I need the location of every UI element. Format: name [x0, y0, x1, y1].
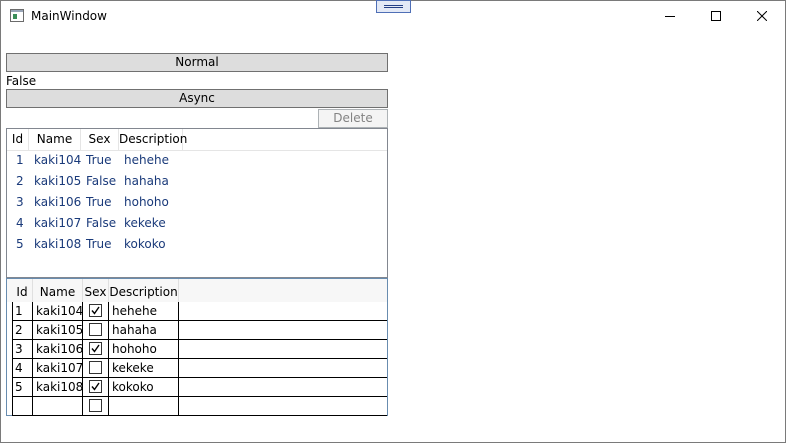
datagrid-cell-id[interactable] [12, 397, 33, 415]
listview-cell-id: 5 [16, 237, 24, 251]
status-text: False [6, 74, 37, 88]
datagrid-row[interactable]: 2 kaki105 hahaha [12, 321, 387, 340]
datagrid-cell-id[interactable]: 1 [12, 302, 33, 320]
datagrid-column-id[interactable]: Id [12, 279, 33, 302]
datagrid-cell-id[interactable]: 3 [12, 340, 33, 358]
listview-cell-sex: True [86, 237, 112, 251]
listview-cell-sex: True [86, 153, 112, 167]
listview-cell-id: 2 [16, 174, 24, 188]
listview-cell-name: kaki107 [34, 216, 82, 230]
listview-cell-description: hohoho [124, 195, 169, 209]
sex-checkbox[interactable] [89, 361, 102, 374]
listview-cell-id: 4 [16, 216, 24, 230]
listview-column-description[interactable]: Description [119, 129, 187, 150]
delete-button[interactable]: Delete [318, 109, 388, 128]
listview-cell-description: hehehe [124, 153, 169, 167]
datagrid-new-row[interactable] [12, 397, 387, 416]
datagrid-cell-name[interactable]: kaki105 [33, 321, 83, 339]
listview-row[interactable]: 5 kaki108 True kokoko [7, 234, 387, 255]
listview-row[interactable]: 3 kaki106 True hohoho [7, 192, 387, 213]
people-datagrid[interactable]: Id Name Sex Description 1 kaki104 hehehe 2 k… [6, 278, 388, 416]
listview-column-name[interactable]: Name [29, 129, 81, 150]
people-listview[interactable]: Id Name Sex Description 1 kaki104 True h… [6, 128, 388, 278]
checkmark-icon [91, 344, 100, 353]
window-app-icon [10, 9, 24, 22]
datagrid-cell-name[interactable] [33, 397, 83, 415]
maximize-icon [711, 11, 721, 21]
datagrid-cell-sex[interactable] [83, 340, 109, 358]
datagrid-cell-description[interactable]: hahaha [109, 321, 179, 339]
datagrid-row[interactable]: 1 kaki104 hehehe [12, 302, 387, 321]
listview-cell-description: kekeke [124, 216, 166, 230]
datagrid-cell-name[interactable]: kaki107 [33, 359, 83, 377]
listview-row[interactable]: 1 kaki104 True hehehe [7, 150, 387, 171]
datagrid-cell-description[interactable]: kekeke [109, 359, 179, 377]
listview-cell-description: kokoko [124, 237, 166, 251]
maximize-button[interactable] [693, 1, 739, 31]
datagrid-cell-description[interactable]: kokoko [109, 378, 179, 396]
listview-cell-sex: True [86, 195, 112, 209]
listview-row[interactable]: 4 kaki107 False kekeke [7, 213, 387, 234]
datagrid-cell-name[interactable]: kaki104 [33, 302, 83, 320]
checkmark-icon [91, 306, 100, 315]
minimize-button[interactable] [647, 1, 693, 31]
datagrid-cell-id[interactable]: 2 [12, 321, 33, 339]
datagrid-cell-name[interactable]: kaki106 [33, 340, 83, 358]
listview-header: Id Name Sex Description [7, 129, 387, 151]
window-title: MainWindow [31, 9, 107, 23]
datagrid-column-description[interactable]: Description [109, 279, 179, 302]
datagrid-cell-description[interactable] [109, 397, 179, 415]
close-icon [757, 11, 767, 21]
sex-checkbox-checked[interactable] [89, 304, 102, 317]
checkmark-icon [91, 382, 100, 391]
datagrid-cell-sex[interactable] [83, 359, 109, 377]
sex-checkbox[interactable] [89, 399, 102, 412]
datagrid-cell-name[interactable]: kaki108 [33, 378, 83, 396]
datagrid-cell-id[interactable]: 4 [12, 359, 33, 377]
listview-cell-name: kaki106 [34, 195, 82, 209]
listview-cell-name: kaki108 [34, 237, 82, 251]
datagrid-cell-id[interactable]: 5 [12, 378, 33, 396]
datagrid-cell-description[interactable]: hehehe [109, 302, 179, 320]
listview-cell-name: kaki105 [34, 174, 82, 188]
listview-cell-sex: False [86, 216, 117, 230]
sex-checkbox-checked[interactable] [89, 380, 102, 393]
listview-cell-description: hahaha [124, 174, 169, 188]
datagrid-row[interactable]: 5 kaki108 kokoko [12, 378, 387, 397]
datagrid-cell-sex[interactable] [83, 378, 109, 396]
listview-cell-id: 3 [16, 195, 24, 209]
datagrid-cell-description[interactable]: hohoho [109, 340, 179, 358]
listview-cell-sex: False [86, 174, 117, 188]
listview-row[interactable]: 2 kaki105 False hahaha [7, 171, 387, 192]
datagrid-cell-sex[interactable] [83, 302, 109, 320]
listview-cell-name: kaki104 [34, 153, 82, 167]
sex-checkbox[interactable] [89, 323, 102, 336]
datagrid-column-sex[interactable]: Sex [83, 279, 109, 302]
async-button[interactable]: Async [6, 89, 388, 108]
listview-column-sex[interactable]: Sex [81, 129, 119, 150]
datagrid-header: Id Name Sex Description [7, 279, 387, 302]
close-button[interactable] [739, 1, 785, 31]
listview-column-id[interactable]: Id [7, 129, 29, 150]
listview-cell-id: 1 [16, 153, 24, 167]
datagrid-cell-sex[interactable] [83, 321, 109, 339]
normal-button[interactable]: Normal [6, 53, 388, 72]
datagrid-column-name[interactable]: Name [33, 279, 83, 302]
datagrid-row[interactable]: 4 kaki107 kekeke [12, 359, 387, 378]
datagrid-row[interactable]: 3 kaki106 hohoho [12, 340, 387, 359]
title-bar[interactable]: MainWindow [1, 0, 785, 31]
drag-handle[interactable] [376, 0, 411, 13]
minimize-icon [665, 16, 675, 17]
sex-checkbox-checked[interactable] [89, 342, 102, 355]
datagrid-cell-sex[interactable] [83, 397, 109, 415]
